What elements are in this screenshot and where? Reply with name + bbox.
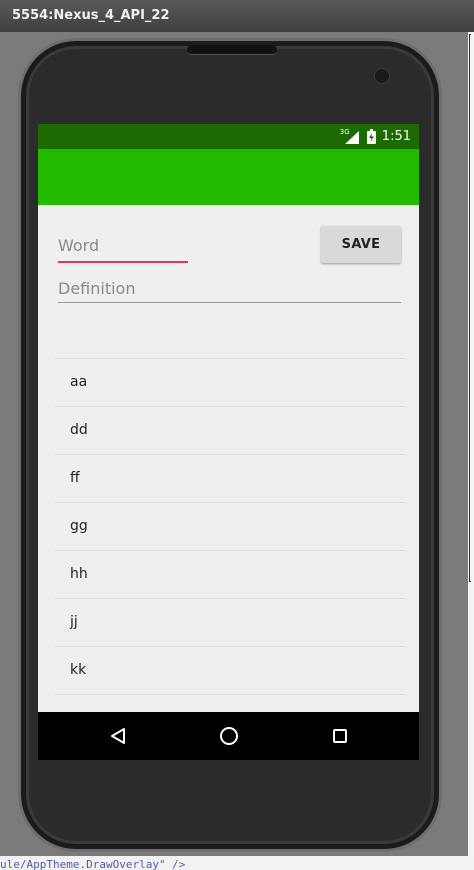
save-button[interactable]: SAVE [321, 226, 401, 263]
word-list: aa dd ff gg hh jj kk [54, 358, 405, 695]
list-item[interactable]: aa [54, 359, 405, 407]
list-item[interactable]: jj [54, 599, 405, 647]
status-bar: 3G 1:51 [38, 124, 419, 149]
list-item[interactable]: kk [54, 647, 405, 695]
word-input[interactable] [58, 229, 188, 263]
list-item[interactable]: hh [54, 551, 405, 599]
status-icons: 3G 1:51 [340, 124, 411, 149]
front-camera [374, 68, 390, 84]
emulator-window: 5554:Nexus_4_API_22 3G 1:51 Word SAVE De… [0, 0, 474, 870]
phone-screen: 3G 1:51 SAVE [38, 124, 419, 760]
recent-apps-button[interactable] [310, 712, 370, 760]
battery-charging-icon [366, 129, 376, 144]
main-content: SAVE aa dd ff gg hh jj kk [38, 205, 419, 712]
recent-apps-icon [333, 729, 347, 743]
back-button[interactable] [88, 712, 148, 760]
background-editor-strip [468, 32, 474, 870]
signal-icon: 3G [340, 128, 361, 145]
list-item[interactable]: dd [54, 407, 405, 455]
status-time: 1:51 [381, 129, 411, 144]
window-title: 5554:Nexus_4_API_22 [0, 0, 474, 32]
earpiece-speaker [187, 45, 277, 55]
back-triangle-icon [111, 728, 125, 744]
home-button[interactable] [199, 712, 259, 760]
background-editor-code: ule/AppTheme.DrawOverlay" /> [0, 856, 474, 870]
navigation-bar [38, 712, 419, 760]
home-circle-icon [220, 727, 238, 745]
app-toolbar [38, 149, 419, 205]
list-item[interactable]: ff [54, 455, 405, 503]
list-item[interactable]: gg [54, 503, 405, 551]
definition-input[interactable] [58, 275, 401, 303]
editor-bracket-mark [469, 34, 471, 582]
